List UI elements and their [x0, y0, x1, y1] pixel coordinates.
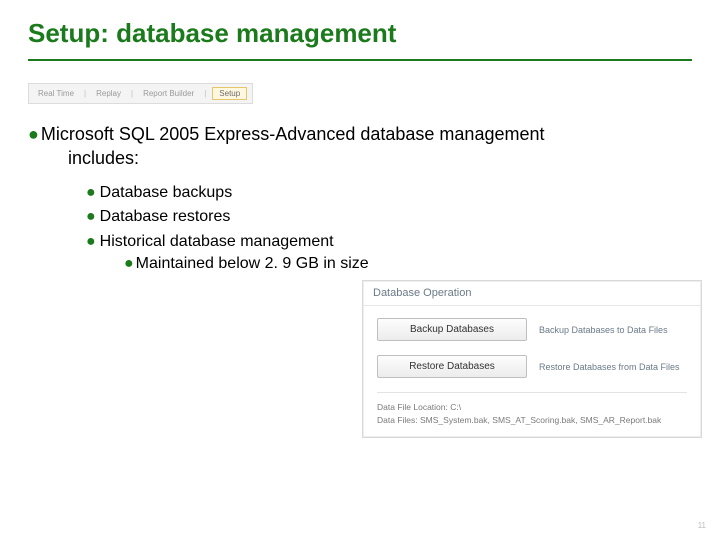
bullet-dot-icon: ●: [124, 255, 136, 272]
restore-row-description: Restore Databases from Data Files: [539, 362, 680, 372]
nav-separator: |: [84, 89, 86, 98]
bullet-text-continue: includes:: [28, 146, 692, 170]
title-underline: [28, 59, 692, 61]
bullet-level2-group: ●Database backups ●Database restores ●Hi…: [28, 181, 692, 255]
backup-row-description: Backup Databases to Data Files: [539, 325, 668, 335]
bullet-text: Database backups: [100, 184, 233, 201]
panel-meta: Data File Location: C:\ Data Files: SMS_…: [377, 401, 687, 427]
panel-separator: [377, 392, 687, 393]
nav-item-setup[interactable]: Setup: [212, 87, 247, 100]
bullet-text: Microsoft SQL 2005 Express-Advanced data…: [41, 124, 545, 144]
panel-row-restore: Restore Databases Restore Databases from…: [377, 355, 687, 378]
nav-item-replay[interactable]: Replay: [92, 88, 125, 99]
nav-item-reportbuilder[interactable]: Report Builder: [139, 88, 198, 99]
panel-heading: Database Operation: [363, 281, 701, 306]
panel-row-backup: Backup Databases Backup Databases to Dat…: [377, 318, 687, 341]
bullet-text: Historical database management: [100, 233, 334, 250]
meta-files-value: SMS_System.bak, SMS_AT_Scoring.bak, SMS_…: [420, 415, 661, 425]
bullet-level1: ●Microsoft SQL 2005 Express-Advanced dat…: [28, 122, 692, 171]
nav-separator: |: [204, 89, 206, 98]
slide-title: Setup: database management: [28, 18, 692, 55]
nav-item-realtime[interactable]: Real Time: [34, 88, 78, 99]
bullet-dot-icon: ●: [28, 124, 41, 144]
backup-databases-button[interactable]: Backup Databases: [377, 318, 527, 341]
nav-strip: Real Time | Replay | Report Builder | Se…: [28, 83, 253, 104]
bullet-level3: ●Maintained below 2. 9 GB in size: [28, 255, 692, 273]
page-number: 11: [698, 521, 706, 530]
bullet-dot-icon: ●: [86, 184, 100, 201]
database-operation-panel: Database Operation Backup Databases Back…: [362, 280, 702, 438]
meta-location-value: C:\: [450, 402, 461, 412]
bullet-dot-icon: ●: [86, 208, 100, 225]
bullet-dot-icon: ●: [86, 233, 100, 250]
bullet-text: Maintained below 2. 9 GB in size: [136, 255, 369, 272]
bullet-text: Database restores: [100, 208, 231, 225]
meta-location-label: Data File Location:: [377, 402, 448, 412]
meta-files-label: Data Files:: [377, 415, 418, 425]
nav-separator: |: [131, 89, 133, 98]
restore-databases-button[interactable]: Restore Databases: [377, 355, 527, 378]
